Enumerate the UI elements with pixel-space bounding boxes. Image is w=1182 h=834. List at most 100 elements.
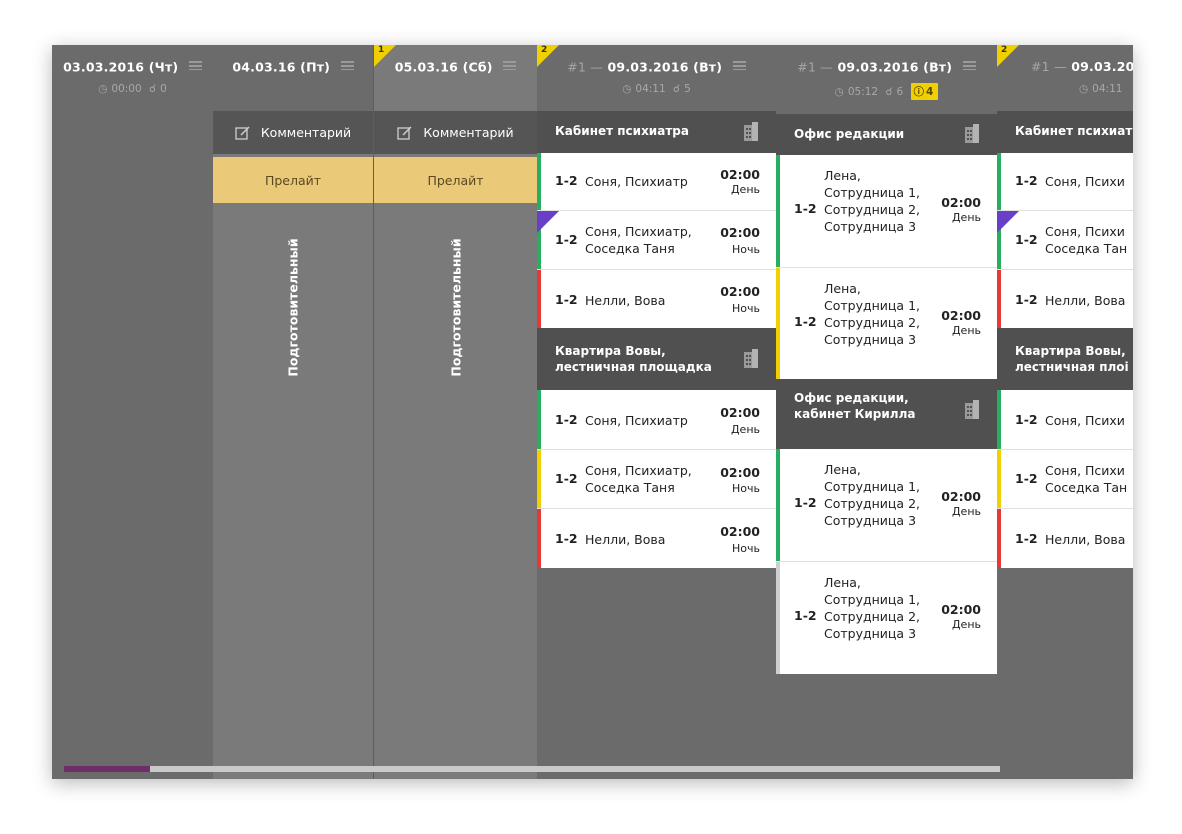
day-header: 03.03.2016 (Чт) ◷ 00:00 ☌ 0 bbox=[52, 45, 213, 111]
episode: 1-2 bbox=[794, 314, 817, 329]
day-date: 04.03.16 (Пт) bbox=[232, 59, 331, 75]
day-number: #1 — bbox=[1031, 59, 1067, 74]
scrollbar-thumb[interactable] bbox=[64, 766, 150, 772]
episode: 1-2 bbox=[1015, 412, 1038, 427]
scene-card[interactable]: 1-2 Соня, Психиатр 02:00 День bbox=[537, 390, 776, 449]
marker-corner bbox=[537, 211, 559, 233]
day-header: #1 — 09.03.201 ◷04:11 bbox=[997, 45, 1133, 111]
location-header[interactable]: Офис редакции, кабинет Кирилла bbox=[776, 379, 997, 449]
location-header[interactable]: Кабинет психиат bbox=[997, 111, 1133, 153]
location-header[interactable]: Квартира Вовы, лестничная площадка bbox=[537, 328, 776, 390]
status-bar bbox=[997, 509, 1001, 568]
scene-card[interactable]: 1-2 Соня, Психиатр, Соседка Таня 02:00 Н… bbox=[537, 450, 776, 508]
scene-time: 02:00 bbox=[941, 602, 981, 617]
duration: 00:00 bbox=[111, 83, 142, 95]
status-bar bbox=[997, 153, 1001, 210]
day-night: Ночь bbox=[732, 482, 760, 495]
menu-icon[interactable] bbox=[503, 59, 517, 73]
menu-icon[interactable] bbox=[188, 59, 202, 73]
status-bar bbox=[997, 390, 1001, 449]
day-column-3: 1 05.03.16 (Сб) Комментарий Прелайт Подг… bbox=[374, 45, 537, 779]
episode: 1-2 bbox=[1015, 292, 1038, 307]
day-number: #1 — bbox=[567, 59, 603, 75]
building-icon bbox=[963, 123, 981, 146]
day-header: #1 — 09.03.2016 (Вт) ◷ 04:11 ☌ 5 bbox=[537, 45, 776, 111]
prelite-block[interactable]: Прелайт bbox=[374, 157, 537, 203]
characters: Нелли, Вова bbox=[585, 532, 666, 547]
status-bar bbox=[997, 450, 1001, 508]
scene-card[interactable]: 1-2 Лена, Сотрудница 1, Сотрудница 2, Со… bbox=[776, 268, 997, 379]
characters: Соня, Психиатр bbox=[585, 413, 688, 428]
clock-icon: ◷ bbox=[1079, 83, 1089, 95]
vertical-label: Подготовительный bbox=[448, 238, 463, 377]
location-header[interactable]: Кабинет психиатра bbox=[537, 111, 776, 153]
menu-icon[interactable] bbox=[340, 59, 354, 73]
prelite-label: Прелайт bbox=[427, 172, 484, 188]
day-column-4: #1 — 09.03.2016 (Вт) ◷ 04:11 ☌ 5 2 Кабинет… bbox=[537, 45, 776, 779]
characters: Соня, Психиатр bbox=[585, 174, 688, 189]
scene-card[interactable]: 1-2 Соня, Психиатр 02:00 День bbox=[537, 153, 776, 210]
scene-count: 5 bbox=[684, 83, 691, 95]
status-bar bbox=[537, 153, 541, 210]
status-bar bbox=[776, 562, 780, 674]
status-bar bbox=[776, 268, 780, 379]
scene-card[interactable]: 1-2 Нелли, Вова 02:00 Ночь bbox=[537, 270, 776, 328]
scene-card[interactable]: 1-2 Соня, Психи Соседка Тан bbox=[997, 211, 1133, 269]
day-header: #1 — 09.03.2016 (Вт) ◷ 05:12 ☌ 6 ⓘ 4 bbox=[776, 45, 997, 114]
day-header: 04.03.16 (Пт) bbox=[213, 45, 373, 111]
episode: 1-2 bbox=[1015, 232, 1038, 247]
scene-card[interactable]: 1-2 Соня, Психиатр, Соседка Таня 02:00 Н… bbox=[537, 211, 776, 269]
day-night: Ночь bbox=[732, 243, 760, 256]
status-bar bbox=[776, 449, 780, 561]
badge-number: 2 bbox=[541, 45, 548, 55]
scene-card[interactable]: 1-2 Лена, Сотрудница 1, Сотрудница 2, Со… bbox=[776, 562, 997, 674]
scene-time: 02:00 bbox=[941, 195, 981, 210]
location-name: Кабинет психиат bbox=[1015, 124, 1133, 138]
scene-card[interactable]: 1-2 Нелли, Вова bbox=[997, 509, 1133, 568]
day-night: День bbox=[951, 505, 981, 518]
scene-card[interactable]: 1-2 Соня, Психи bbox=[997, 153, 1133, 210]
day-date: 03.03.2016 (Чт) bbox=[63, 59, 179, 75]
location-name: Офис редакции, кабинет Кирилла bbox=[794, 391, 916, 421]
status-bar bbox=[997, 270, 1001, 328]
day-night: День bbox=[951, 211, 981, 224]
scene-card[interactable]: 1-2 Соня, Психи Соседка Тан bbox=[997, 450, 1133, 508]
scene-time: 02:00 bbox=[720, 465, 760, 480]
horizontal-scrollbar[interactable] bbox=[64, 766, 1000, 772]
episode: 1-2 bbox=[555, 232, 578, 247]
building-icon bbox=[742, 121, 760, 144]
episode: 1-2 bbox=[794, 201, 817, 216]
status-bar bbox=[537, 270, 541, 328]
warning-badge[interactable]: ⓘ 4 bbox=[910, 83, 939, 100]
prelite-block[interactable]: Прелайт bbox=[213, 157, 373, 203]
episode: 1-2 bbox=[555, 412, 578, 427]
location-header[interactable]: Квартира Вовы, лестничная плоі bbox=[997, 328, 1133, 390]
menu-icon[interactable] bbox=[732, 59, 746, 73]
characters: Соня, Психи bbox=[1045, 413, 1125, 428]
scene-card[interactable]: 1-2 Лена, Сотрудница 1, Сотрудница 2, Со… bbox=[776, 155, 997, 267]
clock-icon: ◷ bbox=[622, 83, 632, 95]
day-column-2: 04.03.16 (Пт) Комментарий Прелайт Подгот… bbox=[213, 45, 374, 779]
duration: 04:11 bbox=[635, 83, 666, 95]
day-night: День bbox=[951, 618, 981, 631]
scene-card[interactable]: 1-2 Соня, Психи bbox=[997, 390, 1133, 449]
day-night: Ночь bbox=[732, 302, 760, 315]
mic-icon: ☌ bbox=[673, 83, 681, 95]
comment-button[interactable]: Комментарий bbox=[213, 111, 373, 154]
scene-card[interactable]: 1-2 Нелли, Вова 02:00 Ночь bbox=[537, 509, 776, 568]
comment-button[interactable]: Комментарий bbox=[374, 111, 537, 154]
characters: Соня, Психиатр, Соседка Таня bbox=[585, 463, 692, 495]
day-column-1: 03.03.2016 (Чт) ◷ 00:00 ☌ 0 bbox=[52, 45, 213, 779]
day-date: 09.03.2016 (Вт) bbox=[607, 59, 723, 75]
scene-time: 02:00 bbox=[941, 489, 981, 504]
building-icon bbox=[963, 399, 981, 422]
scene-card[interactable]: 1-2 Нелли, Вова bbox=[997, 270, 1133, 328]
location-header[interactable]: Офис редакции bbox=[776, 114, 997, 155]
menu-icon[interactable] bbox=[962, 59, 976, 73]
scene-card[interactable]: 1-2 Лена, Сотрудница 1, Сотрудница 2, Со… bbox=[776, 449, 997, 561]
scene-count: 6 bbox=[896, 86, 904, 98]
characters: Лена, Сотрудница 1, Сотрудница 2, Сотруд… bbox=[824, 462, 920, 528]
characters: Соня, Психи bbox=[1045, 174, 1125, 189]
status-bar bbox=[537, 450, 541, 508]
building-icon bbox=[742, 348, 760, 371]
